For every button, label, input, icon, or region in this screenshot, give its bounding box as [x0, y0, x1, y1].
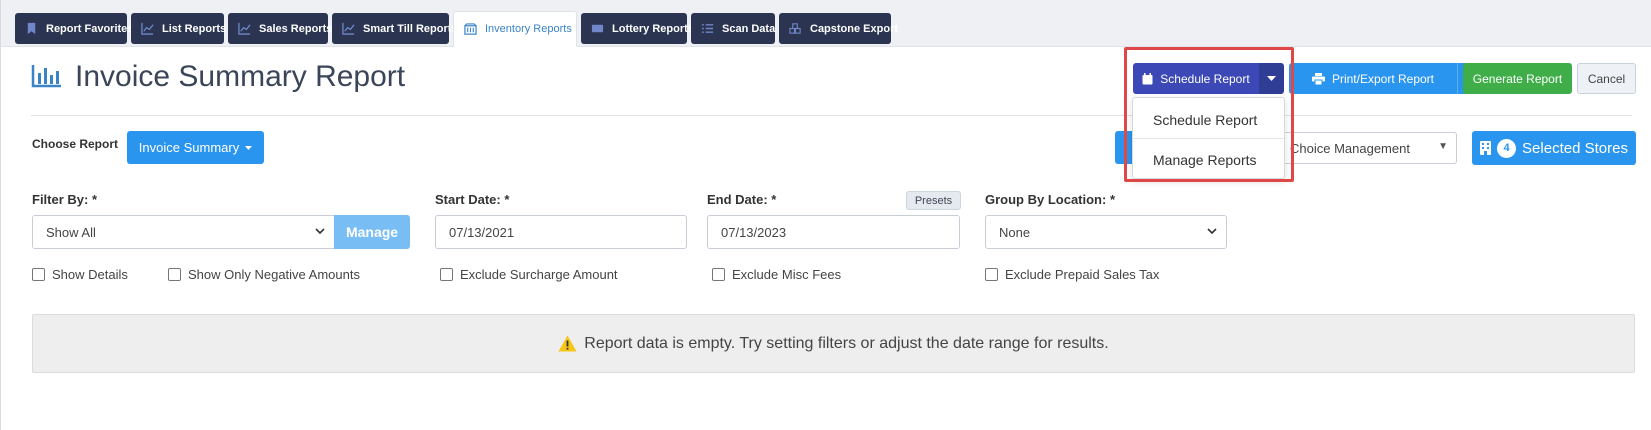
empty-report-message: Report data is empty. Try setting filter…	[32, 314, 1635, 373]
header-divider	[31, 115, 1632, 116]
tab-capstone-export[interactable]: Capstone Export	[779, 13, 898, 44]
page-title: Invoice Summary Report	[75, 60, 406, 93]
menu-item-manage-reports[interactable]: Manage Reports	[1133, 142, 1284, 178]
caret-down-icon: ▼	[1438, 141, 1448, 152]
generate-report-button[interactable]: Generate Report	[1463, 63, 1572, 94]
calendar-icon	[1142, 72, 1153, 84]
menu-divider	[1133, 138, 1284, 139]
tab-smart-till-reports[interactable]: Smart Till Reports	[332, 13, 458, 44]
end-date-input[interactable]: 07/13/2023	[707, 215, 960, 249]
checkbox-box[interactable]	[440, 268, 453, 281]
exclude-surcharge-amount-checkbox[interactable]: Exclude Surcharge Amount	[440, 267, 618, 282]
tab-lottery-reports[interactable]: Lottery Reports	[581, 13, 694, 44]
checkbox-box[interactable]	[985, 268, 998, 281]
checkbox-box[interactable]	[32, 268, 45, 281]
report-tab-bar: Report Favorites List Reports Sales Repo…	[1, 0, 1651, 47]
caret-down-icon	[245, 145, 253, 150]
checkbox-box[interactable]	[168, 268, 181, 281]
checkbox-box[interactable]	[712, 268, 725, 281]
choose-report-label: Choose Report	[32, 137, 119, 151]
exclude-misc-fees-checkbox[interactable]: Exclude Misc Fees	[712, 267, 841, 282]
cubes-icon	[789, 23, 801, 34]
presets-button[interactable]: Presets	[906, 191, 961, 210]
menu-item-schedule-report[interactable]: Schedule Report	[1133, 102, 1284, 138]
line-chart-icon	[141, 22, 154, 35]
bookmark-icon	[27, 22, 36, 35]
list-icon	[701, 24, 714, 33]
group-by-location-select[interactable]: None	[985, 215, 1227, 249]
management-select[interactable]: Choice Management ▼	[1283, 132, 1457, 164]
schedule-report-button[interactable]: Schedule Report	[1133, 63, 1259, 94]
print-export-report-button[interactable]: Print/Export Report	[1289, 63, 1457, 94]
chevron-down-icon	[315, 228, 325, 235]
tab-list-reports[interactable]: List Reports	[131, 13, 226, 44]
exclude-prepaid-sales-tax-checkbox[interactable]: Exclude Prepaid Sales Tax	[985, 267, 1159, 282]
group-by-location-label: Group By Location: *	[985, 192, 1115, 207]
filter-by-label: Filter By: *	[32, 192, 98, 207]
tab-sales-reports[interactable]: Sales Reports	[228, 13, 332, 44]
warning-icon	[558, 335, 577, 352]
printer-icon	[1311, 72, 1325, 85]
cancel-button[interactable]: Cancel	[1577, 63, 1636, 94]
choose-report-dropdown[interactable]: Invoice Summary	[127, 131, 264, 164]
line-chart-icon	[238, 22, 251, 35]
caret-down-icon	[1267, 76, 1276, 81]
selected-stores-button[interactable]: 4 Selected Stores	[1472, 131, 1636, 165]
start-date-input[interactable]: 07/13/2021	[435, 215, 687, 249]
tab-scan-data[interactable]: Scan Data	[691, 13, 775, 44]
line-chart-icon	[342, 22, 355, 35]
tab-inventory-reports[interactable]: Inventory Reports	[453, 11, 577, 47]
chevron-down-icon	[1207, 228, 1217, 235]
bar-chart-icon	[31, 65, 61, 88]
show-only-negative-amounts-checkbox[interactable]: Show Only Negative Amounts	[168, 267, 360, 282]
building-icon	[1480, 141, 1492, 155]
start-date-label: Start Date: *	[435, 192, 510, 207]
schedule-report-dropdown-toggle[interactable]	[1259, 63, 1284, 94]
tab-report-favorites[interactable]: Report Favorites	[15, 13, 133, 44]
manage-filters-button[interactable]: Manage	[334, 215, 410, 249]
report-page: Report Favorites List Reports Sales Repo…	[0, 0, 1651, 430]
schedule-report-menu: Schedule Report Manage Reports	[1132, 97, 1285, 179]
selected-stores-count: 4	[1497, 138, 1517, 158]
inventory-icon	[464, 22, 477, 35]
filter-by-select[interactable]: Show All	[32, 215, 335, 249]
show-details-checkbox[interactable]: Show Details	[32, 267, 128, 282]
ticket-icon	[591, 24, 604, 33]
end-date-label: End Date: *	[707, 192, 777, 207]
